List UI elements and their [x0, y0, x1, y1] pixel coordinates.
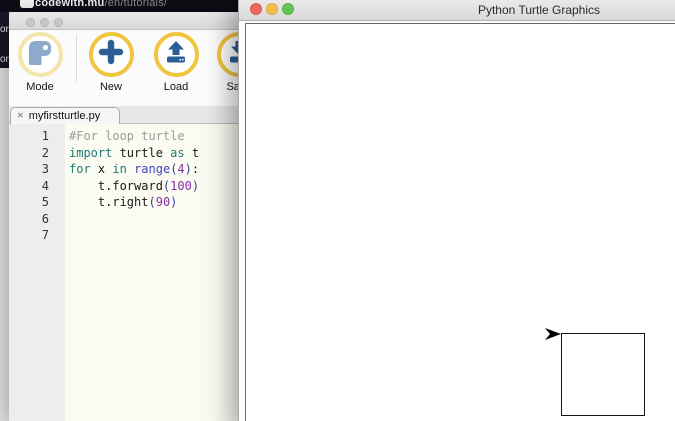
window-control-dot-close[interactable] — [26, 18, 35, 27]
plus-icon — [98, 39, 124, 70]
window-title: Python Turtle Graphics — [478, 3, 600, 17]
close-icon[interactable]: ✕ — [17, 112, 24, 120]
new-button-label: New — [81, 81, 141, 93]
code-line — [69, 227, 241, 244]
browser-url-path: /en/tutorials/ — [104, 0, 167, 9]
tab-filename: myfirstturtle.py — [29, 110, 101, 122]
load-button-ring — [154, 32, 199, 77]
browser-topbar: codewith.mu/en/tutorials/ — [0, 0, 240, 12]
tab-bar: ✕ myfirstturtle.py — [9, 106, 241, 124]
sidebar-text-fragment: or — [0, 55, 9, 65]
code-line — [69, 211, 241, 228]
minimize-traffic-light-icon[interactable] — [266, 3, 278, 15]
line-number: 7 — [9, 227, 49, 244]
line-number: 6 — [9, 211, 49, 228]
upload-icon — [163, 39, 189, 70]
close-traffic-light-icon[interactable] — [250, 3, 262, 15]
code-line: t.right(90) — [69, 194, 241, 211]
browser-tab-fragment[interactable] — [20, 0, 34, 8]
new-button-ring — [89, 32, 134, 77]
sidebar-text-fragment: or — [0, 25, 9, 35]
browser-url-domain: codewith.mu — [35, 0, 104, 9]
window-control-dot-zoom[interactable] — [54, 18, 63, 27]
code-line: #For loop turtle — [69, 128, 241, 145]
tab-myfirstturtle[interactable]: ✕ myfirstturtle.py — [10, 107, 120, 124]
turtle-canvas — [245, 23, 675, 421]
turtle-graphics-window: Python Turtle Graphics — [238, 0, 675, 421]
browser-url[interactable]: codewith.mu/en/tutorials/ — [35, 0, 167, 9]
turtle-square-drawing — [561, 333, 645, 416]
toolbar-separator — [76, 34, 77, 82]
code-line: for x in range(4): — [69, 161, 241, 178]
code-line: t.forward(100) — [69, 178, 241, 195]
line-number: 3 — [9, 161, 49, 178]
line-number: 5 — [9, 194, 49, 211]
line-number: 2 — [9, 145, 49, 162]
browser-left-strip: or or — [0, 12, 9, 68]
line-number: 1 — [9, 128, 49, 145]
line-number: 4 — [9, 178, 49, 195]
load-button-label: Load — [146, 81, 206, 93]
turtle-cursor-icon — [545, 327, 562, 346]
mu-titlebar[interactable] — [9, 12, 241, 30]
mode-button-ring — [18, 32, 63, 77]
turtle-titlebar[interactable]: Python Turtle Graphics — [239, 0, 675, 21]
mu-logo-icon — [27, 39, 53, 70]
new-button[interactable]: New — [81, 32, 141, 102]
mu-editor-window: Mode New — [9, 12, 241, 421]
mode-button[interactable]: Mode — [10, 32, 70, 102]
code-line: import turtle as t — [69, 145, 241, 162]
code-editor[interactable]: 1234567 #For loop turtleimport turtle as… — [9, 124, 241, 421]
load-button[interactable]: Load — [146, 32, 206, 102]
line-number-gutter: 1234567 — [9, 124, 65, 421]
mu-toolbar: Mode New — [9, 30, 241, 106]
mode-button-label: Mode — [10, 81, 70, 93]
code-pane[interactable]: #For loop turtleimport turtle as tfor x … — [65, 124, 241, 421]
window-control-dot-minimize[interactable] — [40, 18, 49, 27]
zoom-traffic-light-icon[interactable] — [282, 3, 294, 15]
